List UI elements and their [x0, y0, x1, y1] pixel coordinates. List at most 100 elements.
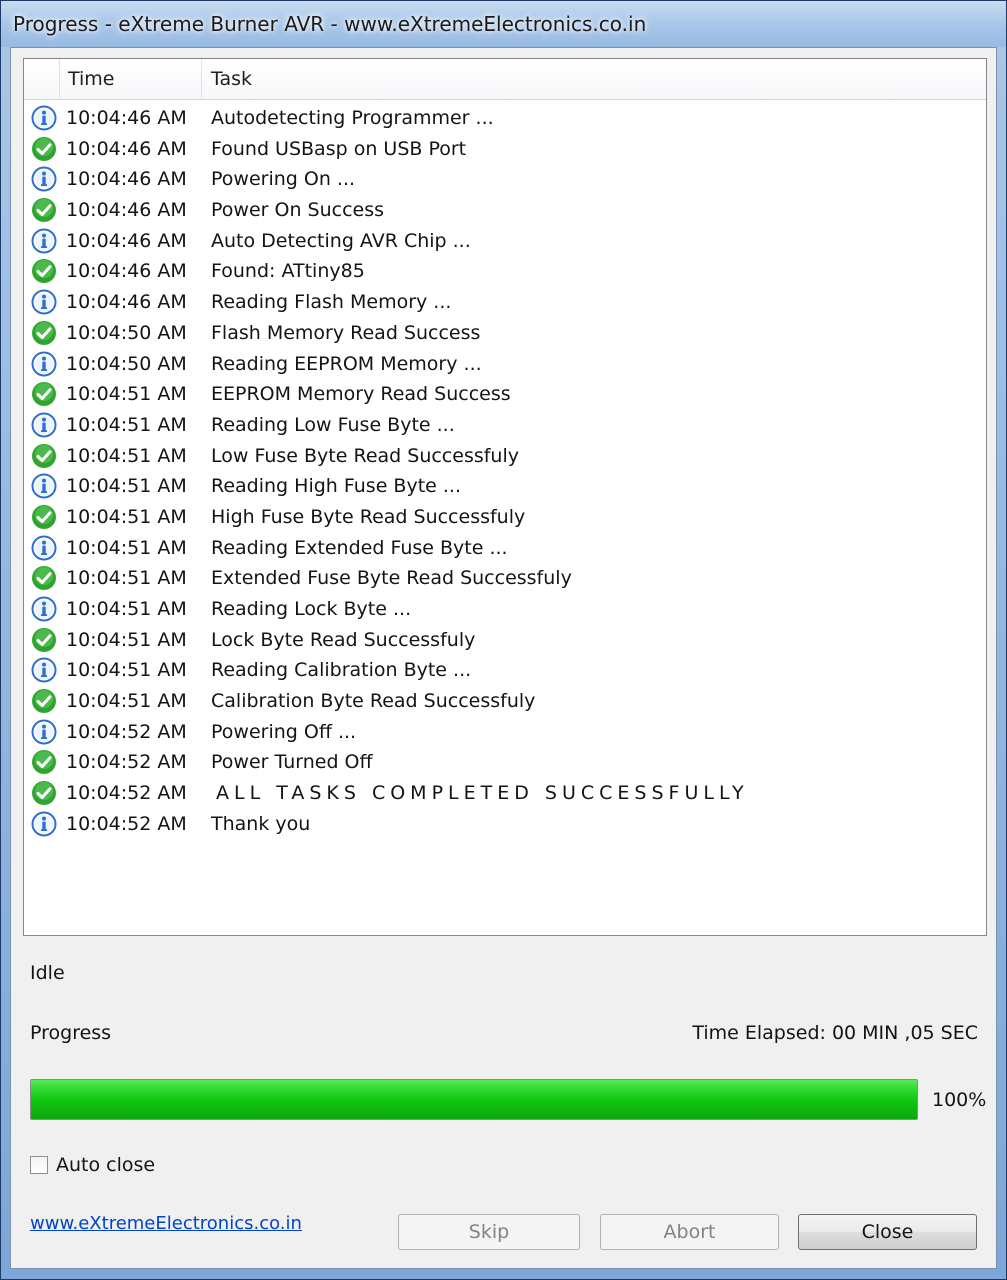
log-row[interactable]: 10:04:46 AM Power On Success	[24, 195, 986, 226]
log-time: 10:04:46 AM	[66, 291, 187, 314]
info-icon	[31, 166, 57, 192]
column-header-time[interactable]: Time	[60, 59, 202, 99]
status-text: Idle	[30, 962, 65, 984]
success-check-icon	[31, 258, 57, 284]
column-header-task[interactable]: Task	[202, 59, 986, 99]
auto-close-label[interactable]: Auto close	[56, 1154, 155, 1176]
log-row[interactable]: 10:04:51 AM Reading Low Fuse Byte ...	[24, 410, 986, 441]
info-icon	[31, 228, 57, 254]
log-row[interactable]: 10:04:51 AM EEPROM Memory Read Success	[24, 379, 986, 410]
log-row[interactable]: 10:04:51 AM Reading Calibration Byte ...	[24, 655, 986, 686]
log-task: Powering Off ...	[211, 720, 357, 743]
column-header-icon[interactable]	[24, 59, 60, 99]
log-task: Reading Lock Byte ...	[211, 598, 412, 620]
log-task: ALL TASKS COMPLETED SUCCESSFULLY	[216, 782, 749, 805]
log-row[interactable]: 10:04:50 AM Reading EEPROM Memory ...	[24, 349, 986, 380]
log-time: 10:04:52 AM	[66, 782, 187, 805]
log-task: Powering On ...	[211, 168, 356, 191]
log-time: 10:04:50 AM	[66, 352, 187, 375]
log-time: 10:04:46 AM	[66, 168, 187, 191]
log-time: 10:04:51 AM	[66, 475, 187, 498]
log-row[interactable]: 10:04:52 AM Powering Off ...	[24, 717, 986, 748]
success-check-icon	[31, 780, 57, 806]
log-task: Reading Calibration Byte ...	[211, 659, 472, 682]
success-check-icon	[31, 688, 57, 714]
log-row[interactable]: 10:04:51 AM Reading Lock Byte ...	[24, 594, 986, 625]
log-task: Low Fuse Byte Read Successfuly	[211, 444, 519, 467]
title-bar[interactable]: Progress - eXtreme Burner AVR - www.eXtr…	[1, 1, 1006, 47]
log-task: Reading High Fuse Byte ...	[211, 475, 462, 498]
success-check-icon	[31, 197, 57, 223]
log-row[interactable]: 10:04:46 AM Found: ATtiny85	[24, 256, 986, 287]
log-row[interactable]: 10:04:46 AM Reading Flash Memory ...	[24, 287, 986, 318]
info-icon	[31, 657, 57, 683]
log-time: 10:04:51 AM	[66, 413, 187, 436]
log-task: Extended Fuse Byte Read Successfuly	[211, 567, 572, 590]
log-row[interactable]: 10:04:46 AM Auto Detecting AVR Chip ...	[24, 226, 986, 257]
log-task: Lock Byte Read Successfuly	[211, 628, 476, 651]
log-row[interactable]: 10:04:52 AM Power Turned Off	[24, 747, 986, 778]
skip-button[interactable]: Skip	[398, 1214, 580, 1250]
log-task: Reading Low Fuse Byte ...	[211, 413, 455, 436]
log-time: 10:04:52 AM	[66, 751, 187, 774]
info-icon	[31, 473, 57, 499]
auto-close-checkbox[interactable]	[30, 1156, 48, 1174]
log-time: 10:04:50 AM	[66, 321, 187, 344]
log-row[interactable]: 10:04:46 AM Powering On ...	[24, 164, 986, 195]
task-log-list[interactable]: Time Task 10:04:46 AM Autodetecting Progr…	[23, 58, 987, 936]
log-time: 10:04:51 AM	[66, 444, 187, 467]
log-time: 10:04:51 AM	[66, 598, 187, 620]
success-check-icon	[31, 320, 57, 346]
progress-label: Progress	[30, 1022, 112, 1044]
success-check-icon	[31, 504, 57, 530]
log-row[interactable]: 10:04:46 AM Found USBasp on USB Port	[24, 134, 986, 165]
log-row[interactable]: 10:04:51 AM Low Fuse Byte Read Successful…	[24, 441, 986, 472]
success-check-icon	[31, 749, 57, 775]
info-icon	[31, 412, 57, 438]
log-row[interactable]: 10:04:51 AM Calibration Byte Read Success…	[24, 686, 986, 717]
info-icon	[31, 351, 57, 377]
log-time: 10:04:52 AM	[66, 720, 187, 743]
log-row[interactable]: 10:04:46 AM Autodetecting Programmer ...	[24, 103, 986, 134]
log-task: High Fuse Byte Read Successfuly	[211, 505, 526, 528]
log-task: Reading Extended Fuse Byte ...	[211, 536, 508, 559]
abort-button[interactable]: Abort	[600, 1214, 779, 1250]
info-icon	[31, 811, 57, 837]
log-time: 10:04:52 AM	[66, 812, 187, 835]
log-row[interactable]: 10:04:51 AM High Fuse Byte Read Successfu…	[24, 502, 986, 533]
log-row[interactable]: 10:04:51 AM Reading High Fuse Byte ...	[24, 471, 986, 502]
log-row[interactable]: 10:04:52 AM ALL TASKS COMPLETED SUCCESSFU…	[24, 778, 986, 809]
window-title: Progress - eXtreme Burner AVR - www.eXtr…	[13, 12, 647, 36]
log-task: Reading EEPROM Memory ...	[211, 352, 482, 375]
log-time: 10:04:51 AM	[66, 628, 187, 651]
log-time: 10:04:51 AM	[66, 505, 187, 528]
log-row[interactable]: 10:04:51 AM Lock Byte Read Successfuly	[24, 625, 986, 656]
log-task: Power On Success	[211, 199, 385, 222]
log-time: 10:04:51 AM	[66, 383, 187, 406]
info-icon	[31, 719, 57, 745]
success-check-icon	[31, 136, 57, 162]
log-row[interactable]: 10:04:52 AM Thank you	[24, 809, 986, 840]
log-row[interactable]: 10:04:51 AM Reading Extended Fuse Byte ..…	[24, 533, 986, 564]
log-task: Calibration Byte Read Successfuly	[211, 690, 536, 713]
dialog-body: Time Task 10:04:46 AM Autodetecting Progr…	[10, 47, 997, 1269]
success-check-icon	[31, 381, 57, 407]
progress-bar	[30, 1079, 918, 1120]
list-header: Time Task	[24, 59, 986, 100]
website-link[interactable]: www.eXtremeElectronics.co.in	[30, 1213, 302, 1234]
log-row[interactable]: 10:04:51 AM Extended Fuse Byte Read Succe…	[24, 563, 986, 594]
log-task: Power Turned Off	[211, 751, 373, 774]
log-task: Reading Flash Memory ...	[211, 291, 452, 314]
log-task: Flash Memory Read Success	[211, 321, 481, 344]
log-time: 10:04:51 AM	[66, 690, 187, 713]
log-row[interactable]: 10:04:50 AM Flash Memory Read Success	[24, 318, 986, 349]
log-task: Auto Detecting AVR Chip ...	[211, 229, 471, 252]
info-icon	[31, 105, 57, 131]
log-time: 10:04:46 AM	[66, 107, 187, 129]
log-time: 10:04:51 AM	[66, 659, 187, 682]
close-button[interactable]: Close	[798, 1214, 977, 1250]
progress-window: Progress - eXtreme Burner AVR - www.eXtr…	[0, 0, 1007, 1280]
info-icon	[31, 535, 57, 561]
log-task: EEPROM Memory Read Success	[211, 383, 511, 406]
log-time: 10:04:46 AM	[66, 229, 187, 252]
